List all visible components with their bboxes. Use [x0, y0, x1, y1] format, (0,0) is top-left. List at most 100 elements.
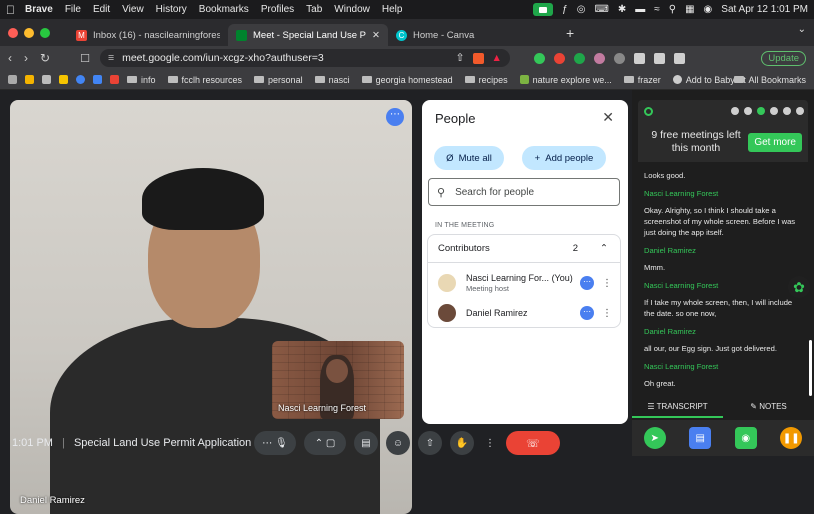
mic-button[interactable]: ⋯ 🎙	[254, 431, 296, 455]
battery-icon[interactable]: ▬	[635, 4, 645, 15]
back-icon[interactable]: ‹	[8, 51, 12, 65]
bookmark-folder-frazer[interactable]: frazer	[623, 75, 661, 85]
reactions-button[interactable]: ☺	[386, 431, 410, 455]
tab-notes[interactable]: ✎ NOTES	[723, 402, 814, 418]
raise-hand-button[interactable]: ✋	[450, 431, 474, 455]
pause-icon[interactable]: ❚❚	[780, 427, 803, 449]
bookmark-nature-explore[interactable]: nature explore we...	[519, 75, 612, 85]
menu-help[interactable]: Help	[382, 4, 403, 15]
scrollbar[interactable]	[809, 340, 812, 396]
add-people-button[interactable]: + Add people	[522, 146, 606, 170]
shield-icon[interactable]	[757, 107, 765, 115]
leave-call-button[interactable]: ☏	[506, 431, 560, 455]
tab-canva[interactable]: C Home - Canva	[388, 24, 548, 46]
present-button[interactable]: ⇧	[418, 431, 442, 455]
menu-bookmarks[interactable]: Bookmarks	[199, 4, 249, 15]
tab-search-chevron-icon[interactable]: ⌄	[798, 24, 806, 35]
more-options-button[interactable]: ⋮	[482, 431, 498, 455]
bluetooth-icon[interactable]: ✱	[618, 4, 626, 15]
youtube-icon[interactable]	[110, 75, 119, 84]
app-menu-brave[interactable]: Brave	[25, 4, 53, 15]
extension-puzzle-icon[interactable]	[613, 52, 625, 64]
tab-gmail[interactable]: M Inbox (16) - nascilearningforest@	[68, 24, 228, 46]
menu-tab[interactable]: Tab	[306, 4, 322, 15]
brave-shields-icon[interactable]	[472, 52, 484, 64]
bookmark-folder-info[interactable]: info	[127, 75, 156, 85]
chevron-up-icon[interactable]: ⌃	[600, 243, 608, 254]
expand-icon[interactable]	[796, 107, 804, 115]
mute-all-button[interactable]: Ø Mute all	[434, 146, 504, 170]
reload-icon[interactable]: ↻	[40, 51, 50, 65]
tab-transcript[interactable]: ☰ TRANSCRIPT	[632, 402, 723, 418]
search-icon[interactable]: ⚲	[669, 4, 676, 15]
extension-green-icon[interactable]	[573, 52, 585, 64]
share-icon[interactable]: ➤	[643, 427, 666, 449]
share-icon[interactable]: ⇧	[456, 52, 465, 64]
brave-rewards-icon[interactable]: ▲	[492, 52, 502, 64]
settings-icon[interactable]	[770, 107, 778, 115]
menu-window[interactable]: Window	[334, 4, 370, 15]
menu-edit[interactable]: Edit	[93, 4, 110, 15]
tile-more-options-icon[interactable]: ⋯	[386, 108, 404, 126]
more-vert-icon[interactable]: ⋮	[602, 308, 612, 319]
search-people-input[interactable]: ⚲ Search for people	[428, 178, 620, 206]
address-bar[interactable]: ≡ meet.google.com/iun-xcgz-xho?authuser=…	[99, 49, 510, 67]
minimize-window-button[interactable]	[24, 27, 34, 38]
apple-icon[interactable]: 	[6, 3, 15, 17]
close-icon[interactable]: ✕	[602, 109, 614, 126]
bookmark-folder-recipes[interactable]: recipes	[464, 75, 508, 85]
menubar-clock[interactable]: Sat Apr 12 1:01 PM	[721, 4, 808, 15]
extension-multi-icon[interactable]	[593, 52, 605, 64]
home-icon[interactable]	[731, 107, 739, 115]
participant-options-icon[interactable]: ⋯	[580, 276, 594, 290]
bookmark-folder-fcclh[interactable]: fcclh resources	[167, 75, 242, 85]
bookmark-folder-personal[interactable]: personal	[254, 75, 303, 85]
menu-view[interactable]: View	[122, 4, 144, 15]
chatgpt-icon[interactable]: ✿	[788, 276, 810, 298]
zoom-window-button[interactable]	[40, 27, 50, 38]
more-vert-icon[interactable]: ⋮	[602, 278, 612, 289]
participant-row[interactable]: Nasci Learning For... (You) Meeting host…	[438, 271, 616, 295]
menu-file[interactable]: File	[65, 4, 81, 15]
bookmark-folder-georgia[interactable]: georgia homestead	[361, 75, 453, 85]
record-icon[interactable]: ◎	[577, 4, 586, 15]
close-window-button[interactable]	[8, 27, 18, 38]
bookmark-icon-1[interactable]	[25, 75, 34, 84]
script-icon[interactable]: ƒ	[562, 4, 568, 15]
extension-tactiq-icon[interactable]	[533, 52, 545, 64]
google-icon[interactable]	[76, 75, 85, 84]
tab-meet[interactable]: Meet - Special Land Use P ✕	[228, 24, 388, 46]
keyboard-icon[interactable]: ⌨	[594, 4, 608, 15]
cloud-icon[interactable]	[744, 107, 752, 115]
new-tab-button[interactable]: +	[566, 25, 574, 41]
forward-icon[interactable]: ›	[24, 51, 28, 65]
bookmark-icon-2[interactable]	[42, 75, 51, 84]
extension-red-icon[interactable]	[553, 52, 565, 64]
screenshot-icon[interactable]: ◉	[734, 427, 757, 449]
bookmark-page-icon[interactable]: ☐	[80, 52, 90, 65]
participant-row[interactable]: Daniel Ramirez ⋯ ⋮	[438, 301, 616, 325]
bookmark-icon-5[interactable]	[93, 75, 102, 84]
self-view-tile[interactable]: Nasci Learning Forest	[272, 341, 404, 419]
siri-icon[interactable]: ◉	[704, 4, 713, 15]
captions-button[interactable]: ▤	[354, 431, 378, 455]
all-bookmarks[interactable]: All Bookmarks	[734, 75, 806, 85]
camera-button[interactable]: ⌃ ▢	[304, 431, 346, 455]
update-button[interactable]: Update	[761, 50, 806, 66]
bookmark-folder-nasci[interactable]: nasci	[314, 75, 350, 85]
wallet-icon[interactable]	[653, 52, 665, 64]
docs-icon[interactable]: ▤	[689, 427, 712, 449]
participant-options-icon[interactable]: ⋯	[580, 306, 594, 320]
close-tab-icon[interactable]: ✕	[372, 30, 380, 41]
apps-grid-icon[interactable]	[8, 75, 17, 84]
menu-history[interactable]: History	[156, 4, 187, 15]
vpn-icon[interactable]	[673, 52, 685, 64]
wifi-icon[interactable]: ≈	[654, 4, 660, 15]
bookmark-icon-3[interactable]	[59, 75, 68, 84]
control-center-icon[interactable]: ▦	[685, 4, 694, 15]
site-info-icon[interactable]: ≡	[108, 52, 114, 64]
get-more-button[interactable]: Get more	[748, 132, 802, 152]
sidebar-icon[interactable]	[633, 52, 645, 64]
contributors-header[interactable]: Contributors 2 ⌃	[428, 235, 620, 263]
menu-profiles[interactable]: Profiles	[261, 4, 294, 15]
